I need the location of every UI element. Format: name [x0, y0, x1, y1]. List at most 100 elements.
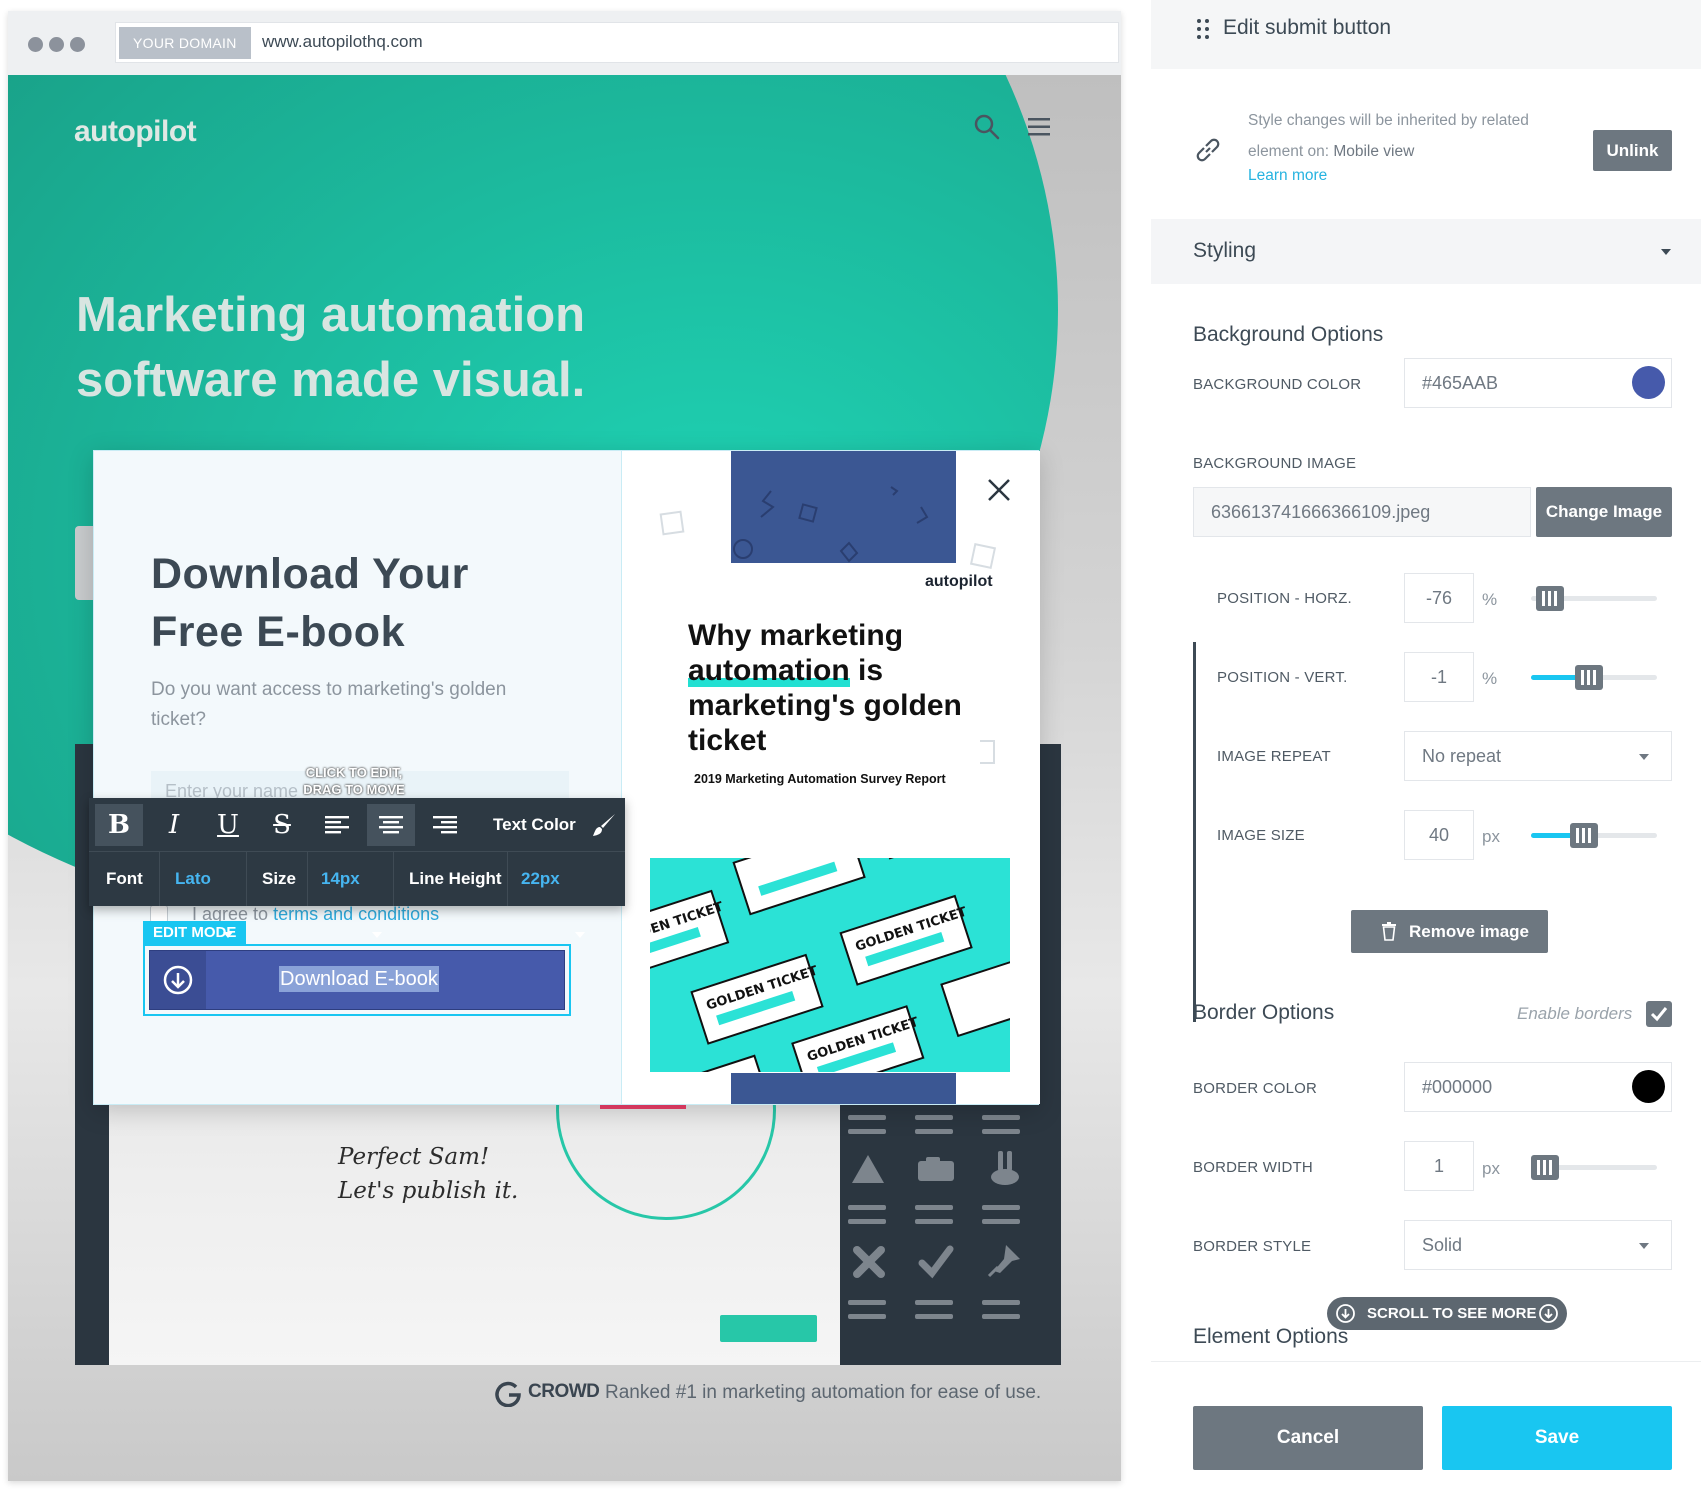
unlink-button[interactable]: Unlink	[1593, 130, 1672, 171]
slider-handle[interactable]	[1570, 823, 1599, 848]
italic-button[interactable]: I	[150, 804, 198, 846]
paintbrush-icon[interactable]	[591, 812, 617, 838]
close-icon[interactable]	[985, 476, 1013, 504]
domain-badge: YOUR DOMAIN	[119, 27, 251, 59]
learn-more-link[interactable]: Learn more	[1248, 167, 1327, 185]
hamburger-menu-icon[interactable]	[1026, 115, 1054, 139]
image-repeat-select[interactable]: No repeat	[1404, 731, 1672, 781]
site-logo[interactable]: autopilot	[74, 115, 197, 149]
triangle-icon	[852, 1155, 884, 1183]
search-icon[interactable]	[973, 113, 1001, 141]
align-left-icon[interactable]	[313, 804, 361, 846]
download-ebook-button[interactable]: Download E-book	[149, 950, 565, 1010]
ebook-cover-top-band	[731, 451, 956, 563]
strikethrough-button[interactable]: S	[258, 804, 306, 846]
styling-accordion[interactable]: Styling	[1151, 219, 1701, 284]
palette-divider	[915, 1219, 953, 1224]
cancel-button[interactable]: Cancel	[1193, 1406, 1423, 1470]
image-size-label: IMAGE SIZE	[1217, 827, 1305, 844]
chevron-down-icon[interactable]	[372, 932, 382, 938]
slider-handle[interactable]	[1531, 1155, 1559, 1180]
line-height-select[interactable]: 22px	[521, 852, 560, 906]
trash-icon	[1382, 922, 1396, 941]
golden-ticket-illustration: GOLDEN TICKET GOLDEN TICKET GOLDEN TICKE…	[650, 858, 1010, 1072]
hero-line-1: Marketing automation	[76, 288, 586, 342]
slider-handle[interactable]	[1575, 665, 1604, 690]
panel-body: Style changes will be inherited by relat…	[1151, 69, 1701, 1361]
image-size-input[interactable]: 40	[1404, 810, 1474, 860]
ebook-cover-bottom-band	[731, 1073, 956, 1104]
palette-divider	[915, 1115, 953, 1120]
line-height-label: Line Height	[409, 869, 502, 888]
g2-ranking-text: Ranked #1 in marketing automation for ea…	[605, 1382, 1042, 1403]
pos-horz-input[interactable]: -76	[1404, 573, 1474, 623]
drag-handle-icon[interactable]	[1196, 18, 1210, 40]
border-color-swatch[interactable]	[1632, 1070, 1665, 1103]
border-options-heading: Border Options	[1193, 1001, 1335, 1024]
checkmark-icon	[1650, 1007, 1668, 1022]
pos-vert-unit: %	[1482, 669, 1498, 688]
bg-image-label: BACKGROUND IMAGE	[1193, 455, 1357, 472]
image-size-slider[interactable]	[1531, 823, 1657, 848]
arrow-down-circle-icon	[1539, 1304, 1558, 1323]
download-ebook-label[interactable]: Download E-book	[279, 966, 439, 992]
inherit-notice-text: Style changes will be inherited by relat…	[1248, 105, 1568, 167]
bg-color-swatch[interactable]	[1632, 366, 1665, 399]
border-style-select[interactable]: Solid	[1404, 1220, 1672, 1270]
toolbar-divider	[507, 852, 508, 906]
font-label: Font	[106, 869, 143, 888]
remove-image-label: Remove image	[1409, 922, 1529, 941]
toolbar-divider	[246, 852, 247, 906]
palette-divider	[915, 1300, 953, 1305]
link-icon	[1196, 138, 1220, 162]
align-center-icon[interactable]	[367, 804, 415, 846]
palette-divider	[915, 1205, 953, 1210]
toolbar-divider	[393, 852, 394, 906]
window-dot-icon	[70, 37, 85, 52]
panel-footer: Cancel Save	[1151, 1361, 1701, 1492]
underline-button[interactable]: U	[204, 804, 252, 846]
palette-divider	[982, 1219, 1020, 1224]
border-width-label: BORDER WIDTH	[1193, 1159, 1313, 1176]
align-right-icon[interactable]	[421, 804, 469, 846]
pos-vert-slider[interactable]	[1531, 665, 1657, 690]
font-select[interactable]: Lato	[175, 852, 211, 906]
pos-horz-label: POSITION - HORZ.	[1217, 590, 1352, 607]
chevron-down-icon[interactable]	[1639, 754, 1649, 760]
pos-vert-input[interactable]: -1	[1404, 652, 1474, 702]
hero-line-2: software made visual.	[76, 353, 586, 407]
address-bar[interactable]: YOUR DOMAIN www.autopilothq.com	[115, 22, 1119, 63]
text-format-toolbar: B I U S Text Color Font Lato Size 14px L…	[89, 798, 625, 938]
save-button[interactable]: Save	[1442, 1406, 1672, 1470]
toolbar-typography-row: Font Lato Size 14px Line Height 22px	[89, 852, 625, 938]
popup-title[interactable]: Download Your Free E-book	[151, 545, 571, 661]
toolbar-divider	[159, 852, 160, 906]
border-width-input[interactable]: 1	[1404, 1141, 1474, 1191]
ebook-title: Why marketing automation is marketing's g…	[688, 618, 988, 758]
palette-divider	[848, 1314, 886, 1319]
arrow-down-circle-icon	[1336, 1304, 1355, 1323]
handwritten-line-2: Let's publish it.	[338, 1178, 519, 1204]
palette-divider	[848, 1129, 886, 1134]
pos-horz-slider[interactable]	[1531, 586, 1657, 611]
decorative-square-icon	[659, 510, 685, 536]
panel-header: Edit submit button	[1151, 0, 1701, 69]
enable-borders-checkbox[interactable]	[1646, 1001, 1672, 1027]
change-image-button[interactable]: Change Image	[1536, 487, 1672, 537]
border-width-slider[interactable]	[1531, 1155, 1657, 1180]
size-select[interactable]: 14px	[321, 852, 360, 906]
bold-button[interactable]: B	[95, 804, 143, 846]
chevron-down-icon[interactable]	[1639, 1243, 1649, 1249]
text-color-label[interactable]: Text Color	[493, 798, 576, 852]
slider-handle[interactable]	[1535, 586, 1564, 611]
scroll-to-see-more-button[interactable]: SCROLL TO SEE MORE	[1327, 1297, 1567, 1330]
terms-link[interactable]: terms and conditions	[273, 904, 439, 924]
edit-panel: Edit submit button Style changes will be…	[1151, 0, 1701, 1492]
remove-image-button[interactable]: Remove image	[1351, 910, 1548, 953]
chevron-down-icon[interactable]	[223, 932, 233, 938]
chevron-down-icon[interactable]	[575, 932, 585, 938]
bg-image-input[interactable]: 636613741666366109.jpeg	[1193, 487, 1531, 537]
pos-vert-label: POSITION - VERT.	[1217, 669, 1348, 686]
size-label: Size	[262, 869, 297, 888]
popup-subtitle[interactable]: Do you want access to marketing's golden…	[151, 675, 531, 735]
